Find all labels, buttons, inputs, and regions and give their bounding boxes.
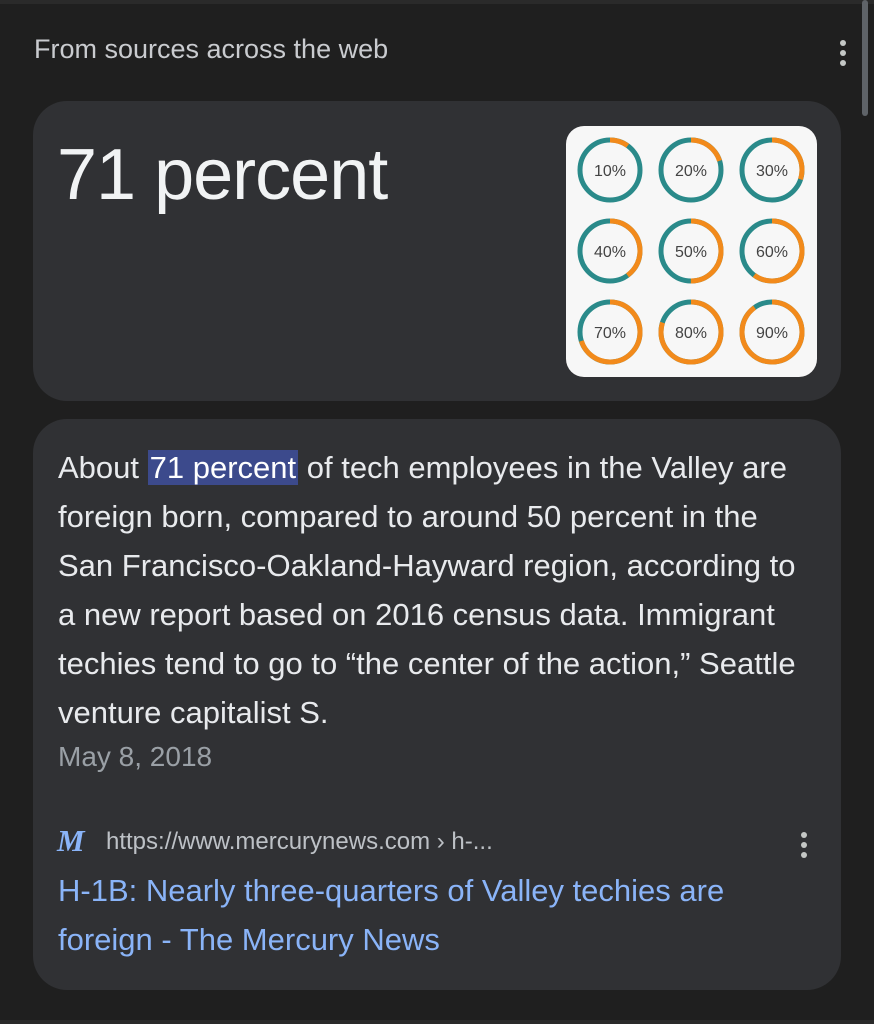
snippet-text: About 71 percent of tech employees in th…	[58, 443, 798, 737]
source-url[interactable]: https://www.mercurynews.com › h-...	[106, 828, 493, 856]
ring-label: 60%	[756, 244, 788, 261]
answer-thumbnail[interactable]: 10% 20% 30% 40% 50% 60% 70% 80% 90%	[566, 126, 817, 377]
ring-label: 20%	[675, 163, 707, 180]
featured-answer: 71 percent	[57, 135, 388, 215]
snippet-text-after: of tech employees in the Valley are fore…	[58, 450, 796, 730]
snippet-text-before: About	[58, 450, 148, 485]
ring-label: 30%	[756, 163, 788, 180]
section-title: From sources across the web	[34, 34, 389, 64]
percent-rings-image: 10% 20% 30% 40% 50% 60% 70% 80% 90%	[577, 137, 805, 365]
top-divider	[0, 0, 874, 4]
ring-label: 90%	[756, 325, 788, 342]
ring-label: 80%	[675, 325, 707, 342]
snippet-date: May 8, 2018	[58, 741, 213, 772]
scrollbar-thumb[interactable]	[862, 0, 868, 116]
result-title-link[interactable]: H-1B: Nearly three-quarters of Valley te…	[58, 866, 798, 964]
bottom-divider	[0, 1020, 874, 1024]
ring-label: 40%	[594, 244, 626, 261]
ring-label: 10%	[594, 163, 626, 180]
ring-label: 70%	[594, 325, 626, 342]
more-vert-icon[interactable]	[838, 40, 848, 66]
mercury-news-favicon-icon: M	[57, 823, 85, 858]
ring-label: 50%	[675, 244, 707, 261]
snippet-highlight: 71 percent	[147, 450, 299, 485]
more-vert-icon[interactable]	[799, 832, 809, 858]
